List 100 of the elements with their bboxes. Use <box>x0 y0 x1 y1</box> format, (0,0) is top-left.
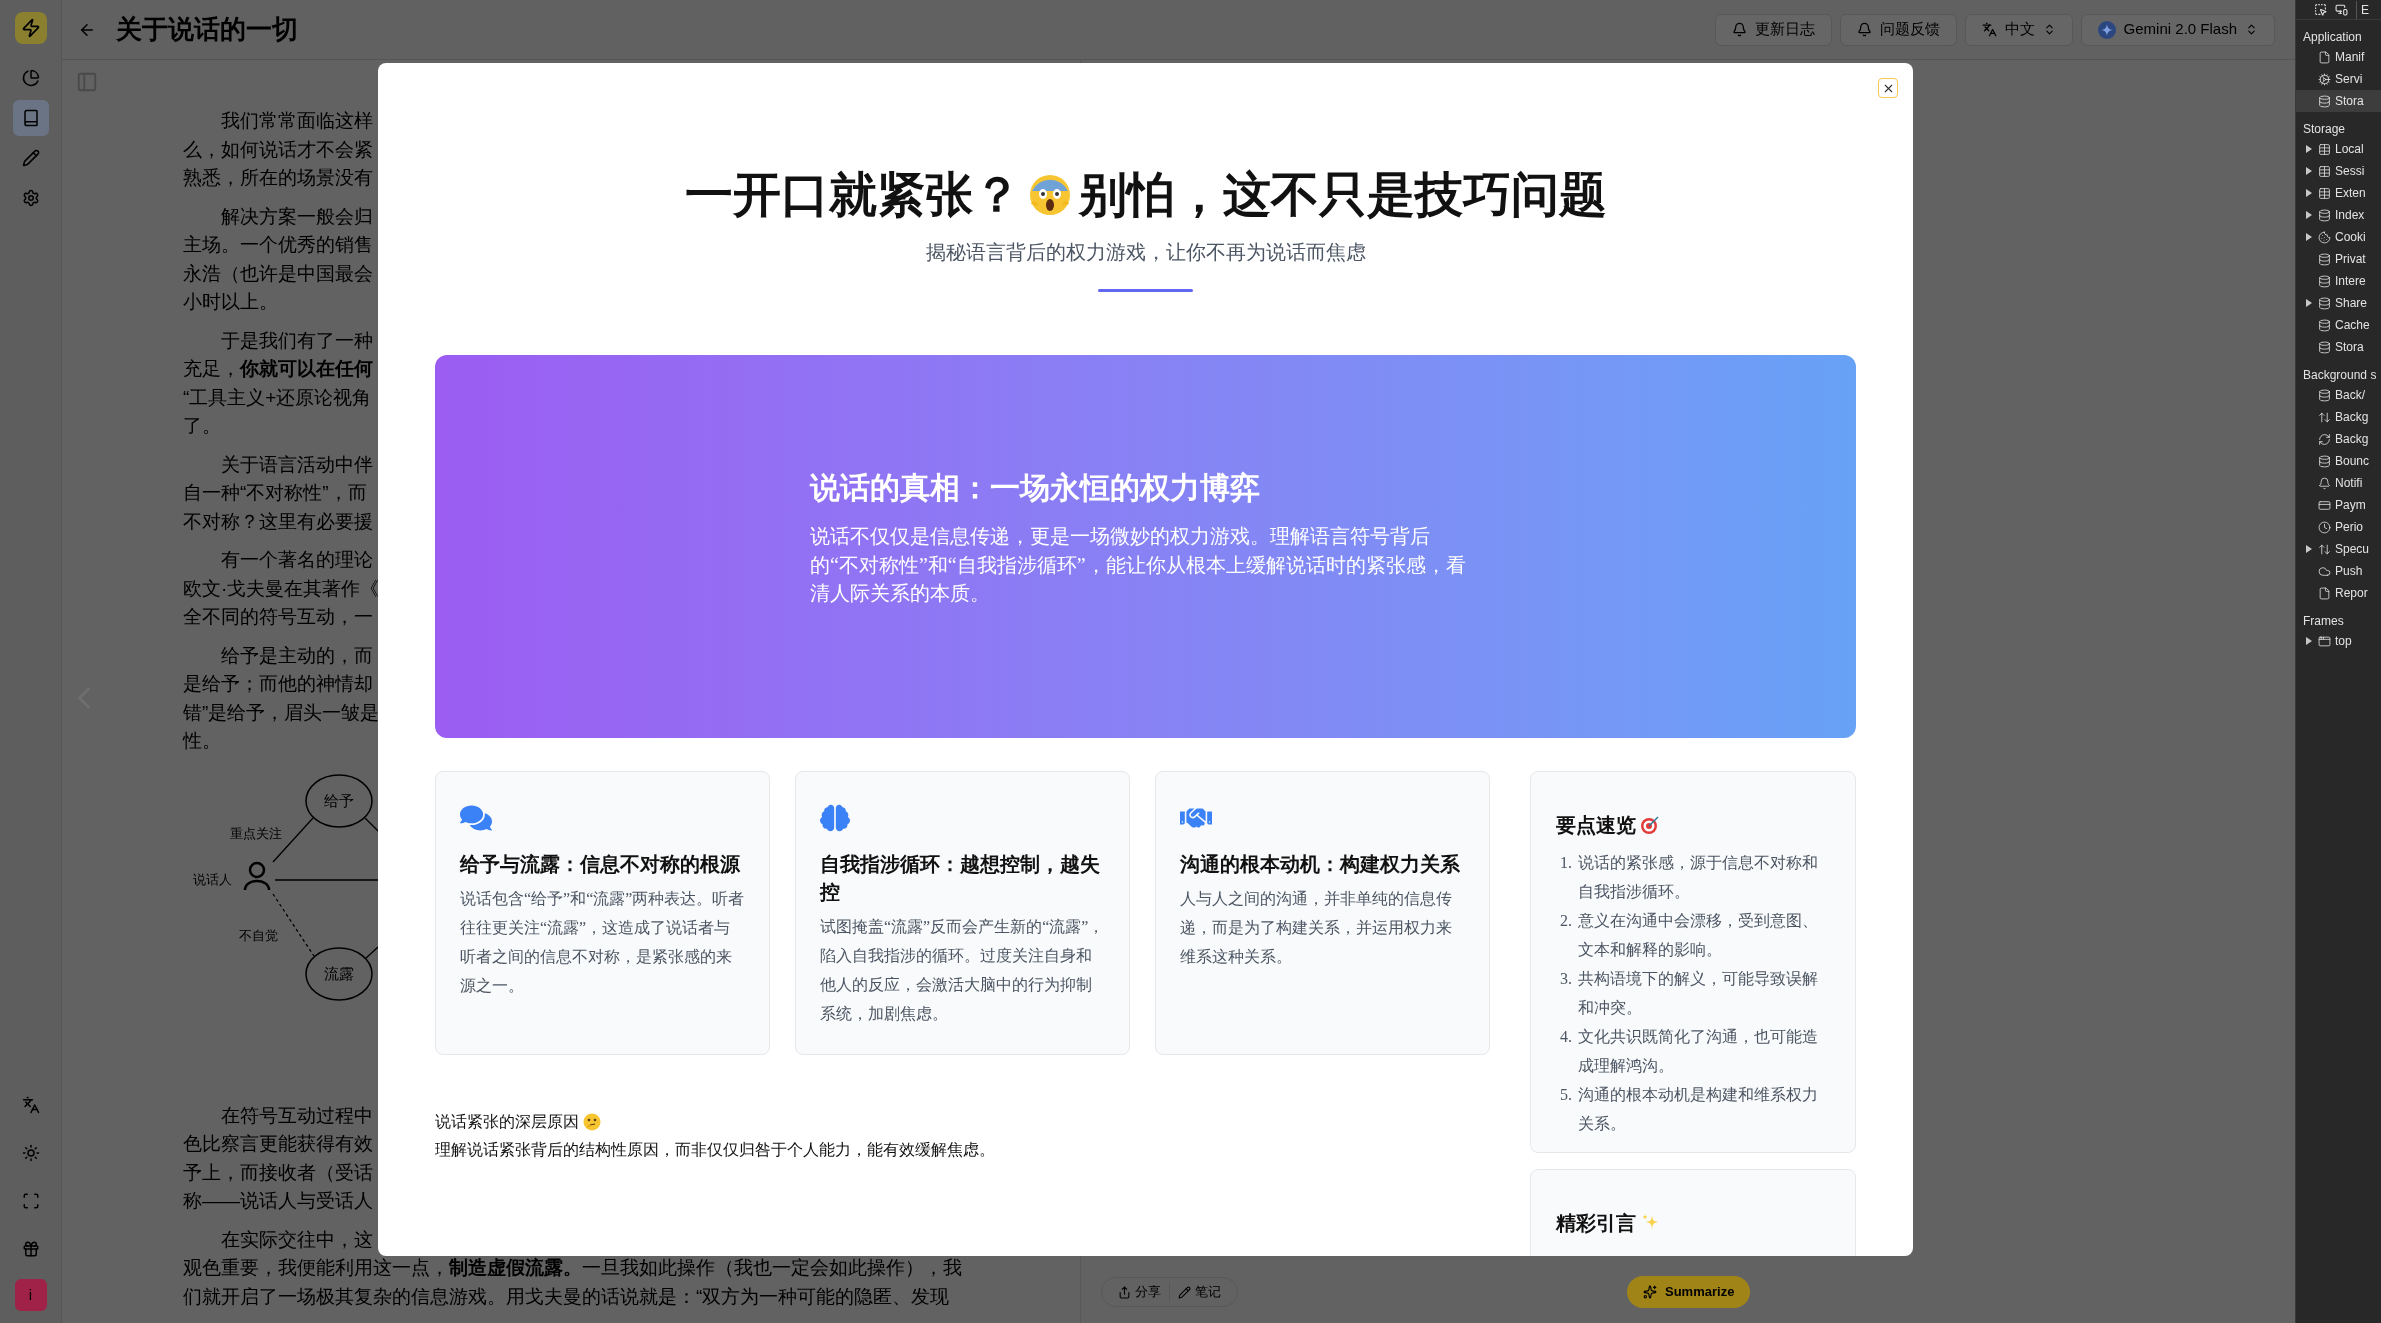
database-icon <box>2318 340 2331 354</box>
article-text: 不对称？这里有必要援 <box>183 509 373 534</box>
devtools-tab[interactable]: E <box>2356 0 2369 19</box>
article-text: 称——说话人与受话人 <box>183 1189 373 1213</box>
tree-item[interactable]: Backg <box>2296 406 2381 428</box>
tree-item[interactable]: Local <box>2296 138 2381 160</box>
section-header: Background s <box>2302 367 2378 384</box>
file-icon <box>2318 586 2331 600</box>
table-icon <box>2318 142 2331 156</box>
tree-item[interactable]: Paym <box>2296 494 2381 516</box>
database-icon <box>2318 252 2331 266</box>
tree-item[interactable]: Stora <box>2296 336 2381 358</box>
expand-triangle-icon[interactable] <box>2306 637 2312 645</box>
sparkle-icon <box>1643 1285 1657 1299</box>
tree-item[interactable]: Privat <box>2296 248 2381 270</box>
tree-item[interactable]: Exten <box>2296 182 2381 204</box>
tree-item[interactable]: Backg <box>2296 428 2381 450</box>
database-icon <box>2318 454 2331 468</box>
list-number: 5. <box>1559 1085 1572 1105</box>
article-text: 们就开启了一场极其复杂的信息游戏。用戈夫曼的话说就是：“双方为一种可能的隐匿、发现 <box>183 1284 950 1309</box>
bell-icon <box>1731 22 1747 37</box>
card-text: 人与人之间的沟通，并非单纯的信息传递，而是为了构建关系，并运用权力来维系这种关系。 <box>1180 889 1453 967</box>
tree-item[interactable]: Index <box>2296 204 2381 226</box>
expand-triangle-icon[interactable] <box>2306 145 2312 153</box>
expand-triangle-icon[interactable] <box>2306 299 2312 307</box>
inspect-icon[interactable] <box>2314 3 2327 16</box>
expand-triangle-icon[interactable] <box>2306 189 2312 197</box>
tree-item[interactable]: Push <box>2296 560 2381 582</box>
card-title: 沟通的根本动机：构建权力关系 <box>1180 852 1461 877</box>
database-icon <box>2318 318 2331 332</box>
card-title: 自我指涉循环：越想控制，越失控 <box>820 852 1101 905</box>
header-button[interactable]: 更新日志 <box>1714 13 1832 46</box>
section-header: Application <box>2302 29 2363 46</box>
cloud-icon <box>2318 564 2331 578</box>
summary-item: 文化共识既简化了沟通，也可能造成理解鸿沟。 <box>1578 1027 1819 1076</box>
article-text: 欧文·戈夫曼在其著作《 <box>183 576 380 601</box>
expand-triangle-icon[interactable] <box>2306 167 2312 175</box>
list-number: 4. <box>1559 1027 1572 1047</box>
database-icon <box>2318 388 2331 402</box>
tree-item[interactable]: Share <box>2296 292 2381 314</box>
diagram-node: 给予 <box>305 773 373 828</box>
article-text: 我们常常面临这样 <box>220 109 373 133</box>
tree-item[interactable]: Stora <box>2296 90 2381 112</box>
tree-item[interactable]: Manif <box>2296 46 2381 68</box>
tree-item[interactable]: Cache <box>2296 314 2381 336</box>
summarize-button[interactable]: Summarize <box>1627 1276 1751 1308</box>
article-text: 么，如何说话才不会紧 <box>183 137 373 162</box>
dialog-title: 别怕，这不只是技巧问题 <box>1078 167 1607 223</box>
summary-item: 意义在沟通中会漂移，受到意图、文本和解释的影响。 <box>1578 911 1819 960</box>
tree-item[interactable]: Intere <box>2296 270 2381 292</box>
tree-item[interactable]: Specu <box>2296 538 2381 560</box>
section-header: Frames <box>2302 613 2345 630</box>
summary-item: 沟通的根本动机是构建和维系权力关系。 <box>1578 1085 1819 1134</box>
database-icon <box>2318 94 2331 108</box>
sidebar-toggle-icon[interactable] <box>76 71 98 93</box>
tree-item[interactable]: Perio <box>2296 516 2381 538</box>
list-number: 2. <box>1559 911 1572 931</box>
model-select[interactable]: Gemini 2.0 Flash <box>2080 13 2275 46</box>
page-title: 关于说话的一切 <box>116 13 298 46</box>
card-text: 说话包含“给予”和“流露”两种表达。听者往往更关注“流露”，这造成了说话者与听者之间的信息不对称，是紧张感的来源之一。 <box>460 889 745 996</box>
tree-item[interactable]: Sessi <box>2296 160 2381 182</box>
language-select[interactable]: 中文 <box>1964 13 2073 46</box>
file-icon <box>2318 50 2331 64</box>
book-icon[interactable] <box>12 100 49 136</box>
window-icon <box>2318 634 2331 648</box>
tree-item[interactable]: Cooki <box>2296 226 2381 248</box>
tree-item[interactable]: Notifi <box>2296 472 2381 494</box>
bell-icon <box>1856 22 1872 37</box>
article-text: 永浩（也许是中国最会 <box>183 261 373 286</box>
app-logo[interactable] <box>14 12 47 44</box>
article-text: 给予是主动的，而 <box>220 643 373 668</box>
diagram-label: 不自觉 <box>238 927 278 943</box>
share-icon <box>1118 1285 1131 1299</box>
header-button[interactable]: 问题反馈 <box>1839 13 1957 46</box>
database-icon <box>2318 208 2331 222</box>
tree-item[interactable]: top <box>2296 630 2381 652</box>
tree-item[interactable]: Back/ <box>2296 384 2381 406</box>
arrows-icon <box>2318 542 2331 556</box>
thinking-emoji-icon <box>583 1113 601 1131</box>
article-text: 有一个著名的理论 <box>220 548 373 572</box>
article-text: 主场。一个优秀的销售 <box>183 233 373 257</box>
article-text: 观色重要，我便能利用这一点，制造虚假流露。一旦我如此操作（我也一定会如此操作），我 <box>183 1256 962 1280</box>
quotes-title: 精彩引言 <box>1556 1211 1636 1236</box>
list-number: 1. <box>1559 853 1572 873</box>
article-text: 性。 <box>183 729 221 753</box>
gears-icon <box>2318 72 2331 86</box>
article-text: 自一种“不对称性”，而 <box>183 481 367 505</box>
tree-item[interactable]: Repor <box>2296 582 2381 604</box>
tree-item[interactable]: Servi <box>2296 68 2381 90</box>
article-text: 关于语言活动中伴 <box>220 452 373 477</box>
article-text: 全不同的符号互动，一 <box>183 605 373 629</box>
insight-text: 理解说话紧张背后的结构性原因，而非仅仅归咎于个人能力，能有效缓解焦虑。 <box>435 1140 996 1160</box>
expand-triangle-icon[interactable] <box>2306 233 2312 241</box>
expand-triangle-icon[interactable] <box>2306 545 2312 553</box>
device-toggle-icon[interactable] <box>2335 3 2348 16</box>
article-text: 熟悉，所在的场景没有 <box>183 166 373 190</box>
close-button[interactable] <box>1878 78 1898 98</box>
tree-item[interactable]: Bounc <box>2296 450 2381 472</box>
expand-triangle-icon[interactable] <box>2306 211 2312 219</box>
article-text: 在符号互动过程中 <box>220 1103 373 1128</box>
